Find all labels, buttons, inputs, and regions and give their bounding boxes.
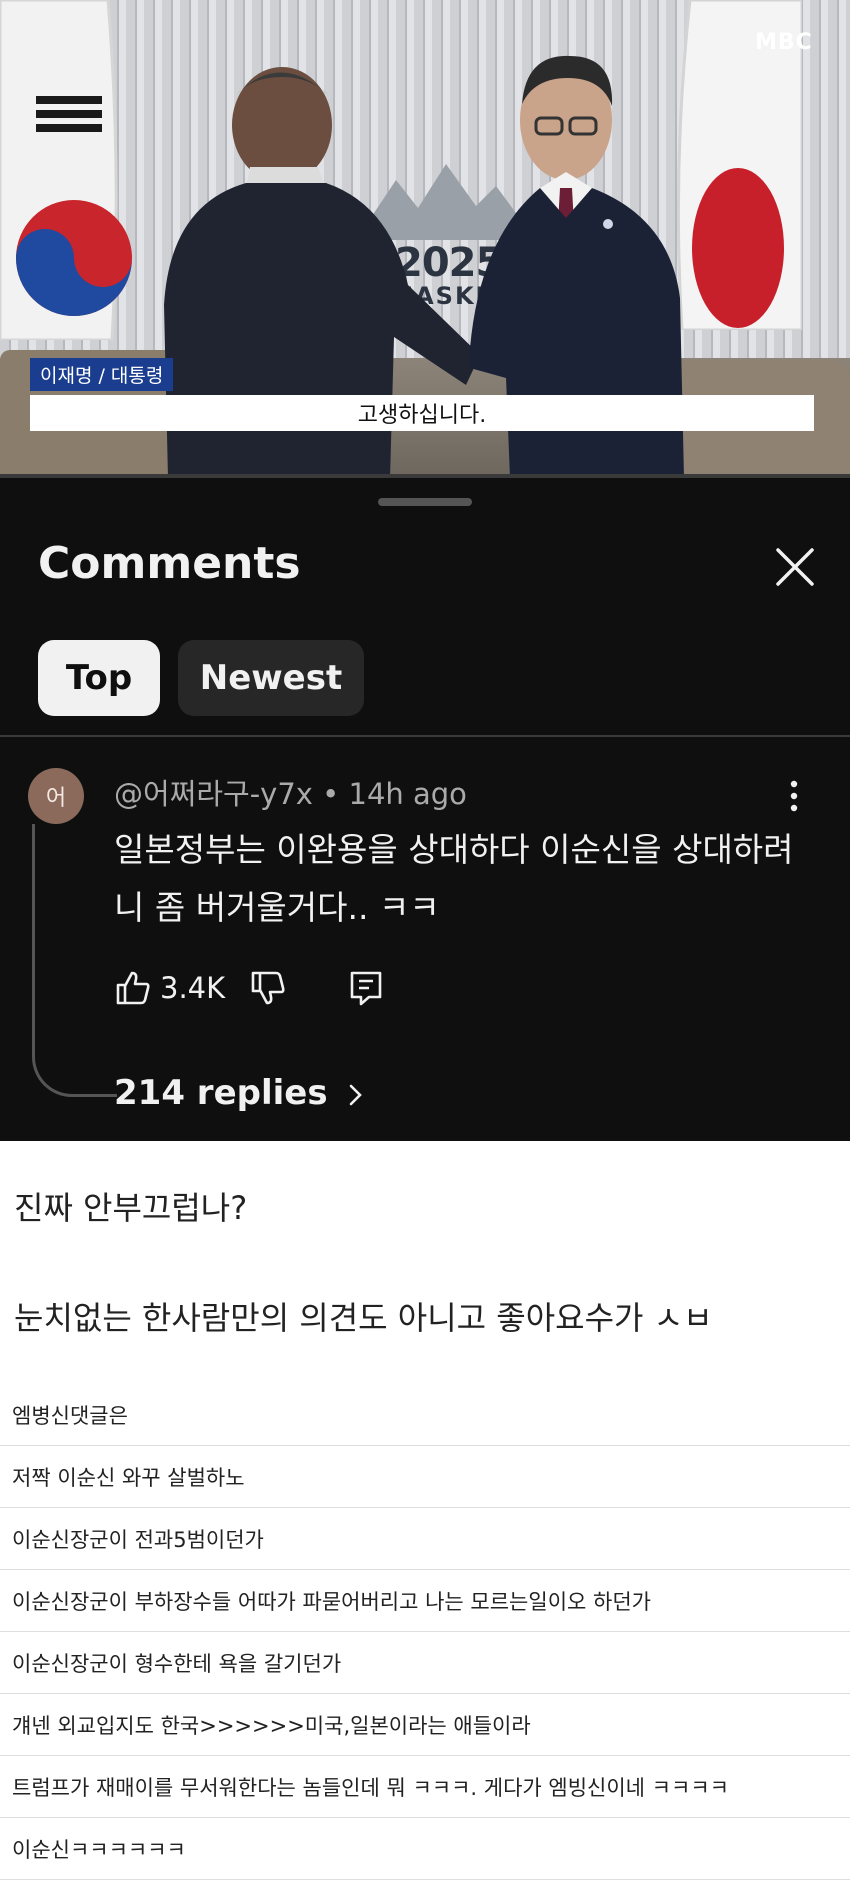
panel-divider xyxy=(0,735,850,737)
chevron-right-icon xyxy=(350,1084,363,1105)
list-item: 이순신장군이 전과5범이던가 xyxy=(0,1508,850,1570)
list-item: 엠병신댓글은 xyxy=(0,1384,850,1446)
list-item: 걔넨 외교입지도 한국>>>>>>미국,일본이라는 애들이라 xyxy=(0,1694,850,1756)
list-item: 트럼프가 재매이를 무서워한다는 놈들인데 뭐 ㅋㅋㅋ. 게다가 엠빙신이네 ㅋ… xyxy=(0,1756,850,1818)
tab-top[interactable]: Top xyxy=(38,640,160,716)
panel-title: Comments xyxy=(38,538,301,589)
reply-icon[interactable] xyxy=(347,969,385,1007)
reply-thread-line xyxy=(32,824,117,1097)
comment-text: 일본정부는 이완용을 상대하다 이순신을 상대하려니 좀 버거울거다.. ㅋㅋ xyxy=(114,830,794,927)
korean-flag-image xyxy=(0,0,132,340)
post-text-line-1: 진짜 안부끄럽나? xyxy=(14,1189,248,1227)
comment-actions: 3.4K xyxy=(114,966,385,1010)
list-item: 이순신장군이 형수한테 욕을 갈기던가 xyxy=(0,1632,850,1694)
post-text-line-2: 눈치없는 한사람만의 의견도 아니고 좋아요수가 ㅅㅂ xyxy=(14,1299,713,1337)
tab-newest[interactable]: Newest xyxy=(178,640,364,716)
video-player[interactable]: 2025 NASKI MBC 이재명 / 대통령 고생하십니다. xyxy=(0,0,850,478)
name-caption: 이재명 / 대통령 xyxy=(30,358,174,391)
reply-list: 엠병신댓글은 저짝 이순신 와꾸 살벌하노 이순신장군이 전과5범이던가 이순신… xyxy=(0,1384,850,1880)
comment-meta[interactable]: @어쩌라구-y7x • 14h ago xyxy=(114,771,467,813)
list-item: 저짝 이순신 와꾸 살벌하노 xyxy=(0,1446,850,1508)
channel-logo: MBC xyxy=(755,30,813,55)
comments-panel: Comments Top Newest 어 @어쩌라구-y7x • 14h ag… xyxy=(0,478,850,1141)
thumbs-up-icon[interactable] xyxy=(114,969,152,1007)
more-options-icon[interactable] xyxy=(784,778,804,814)
list-item: 이순신ㅋㅋㅋㅋㅋㅋ xyxy=(0,1818,850,1880)
video-subtitle: 고생하십니다. xyxy=(30,395,814,431)
view-replies-button[interactable]: 214 replies xyxy=(114,1073,365,1113)
thumbs-down-icon[interactable] xyxy=(249,969,287,1007)
drag-handle[interactable] xyxy=(378,498,472,506)
list-item: 이순신장군이 부하장수들 어따가 파묻어버리고 나는 모르는일이오 하던가 xyxy=(0,1570,850,1632)
close-icon[interactable] xyxy=(772,544,818,590)
like-count: 3.4K xyxy=(160,971,226,1005)
avatar[interactable]: 어 xyxy=(28,768,84,824)
replies-count: 214 replies xyxy=(114,1073,328,1113)
